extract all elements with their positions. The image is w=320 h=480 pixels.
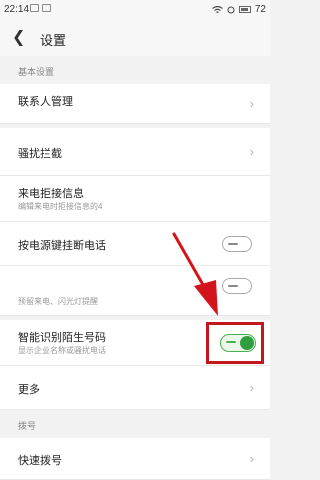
wifi-icon (212, 5, 223, 13)
item-subtitle: 预留来电、闪光灯提醒 (18, 297, 98, 306)
item-label: 联系人管理 (18, 96, 73, 108)
notification-icon (30, 4, 39, 12)
item-subtitle: 显示企业名称或骚扰电话 (18, 346, 106, 355)
title-bar: ❮ 设置 (0, 20, 270, 56)
chevron-right-icon: › (249, 95, 254, 111)
settings-item-flash-alert[interactable]: 预留来电、闪光灯提醒 (0, 266, 270, 316)
back-icon[interactable]: ❮ (12, 29, 28, 47)
item-label: 骚扰拦截 (18, 148, 62, 160)
status-right: 72 (212, 4, 266, 15)
alarm-icon (227, 6, 235, 13)
status-bar: 22:14 72 (0, 0, 270, 20)
battery-level: 72 (254, 4, 266, 15)
settings-item-contacts[interactable]: 联系人管理 › (0, 84, 270, 124)
red-arrow-annotation (172, 232, 218, 316)
settings-item-more[interactable]: 更多 › (0, 366, 270, 410)
chevron-right-icon: › (249, 450, 254, 466)
section-header-dial: 拨号 (18, 421, 37, 431)
page-title: 设置 (40, 33, 67, 48)
item-subtitle: 编辑来电时拒接信息的4 (18, 202, 103, 211)
item-label: 来电拒接信息 (18, 188, 84, 200)
settings-item-reject-message[interactable]: 来电拒接信息 编辑来电时拒接信息的4 (0, 176, 270, 222)
settings-item-power-hangup[interactable]: 按电源键挂断电话 (0, 222, 270, 266)
notification-icons (30, 4, 51, 12)
battery-icon (238, 6, 251, 13)
item-label: 按电源键挂断电话 (18, 240, 106, 252)
item-label: 更多 (18, 384, 40, 396)
image-icon (42, 4, 51, 12)
item-label: 快速拨号 (18, 455, 62, 467)
settings-item-speed-dial[interactable]: 快速拨号 › (0, 438, 270, 480)
settings-item-spam-block[interactable]: 骚扰拦截 › (0, 128, 270, 176)
item-label: 智能识别陌生号码 (18, 332, 106, 344)
chevron-right-icon: › (249, 143, 254, 159)
chevron-right-icon: › (249, 379, 254, 395)
section-header-basic: 基本设置 (18, 67, 55, 77)
status-time: 22:14 (4, 4, 30, 15)
highlight-box (206, 322, 264, 364)
